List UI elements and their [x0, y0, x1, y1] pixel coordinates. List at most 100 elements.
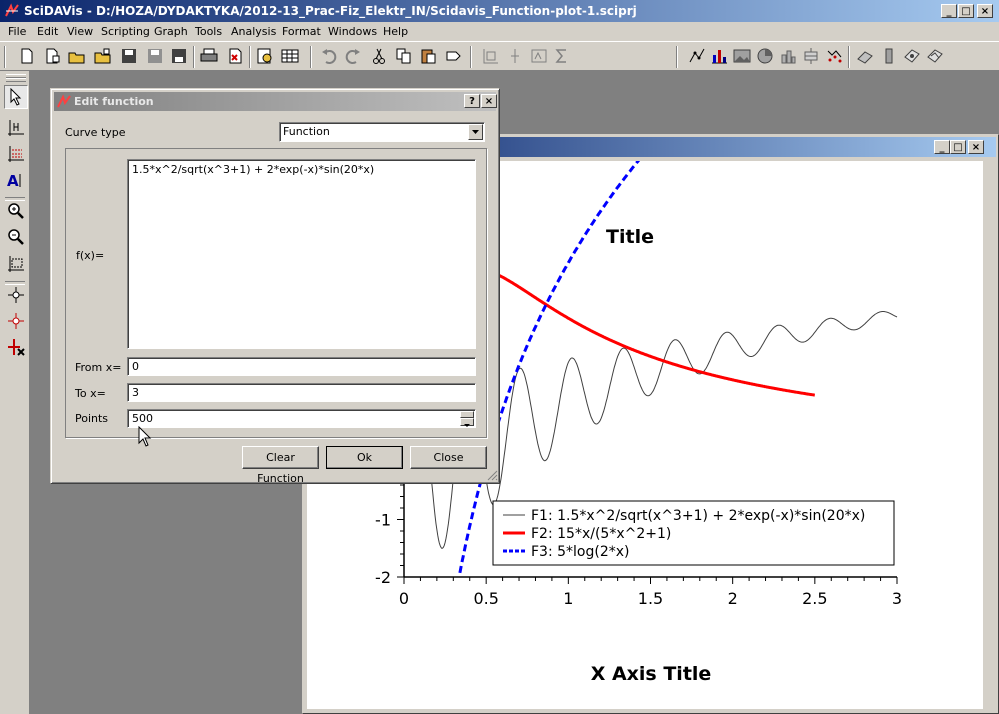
undo-icon[interactable]	[320, 47, 338, 65]
dialog-close-button[interactable]: ×	[481, 94, 497, 108]
menu-tools[interactable]: Tools	[195, 25, 222, 38]
redo-icon[interactable]	[344, 47, 362, 65]
clear-icon[interactable]	[444, 47, 462, 65]
save-project-icon[interactable]	[170, 47, 188, 65]
x-axis-title[interactable]: X Axis Title	[591, 663, 712, 685]
save-icon[interactable]	[120, 47, 138, 65]
scidavis-logo-icon	[57, 94, 71, 108]
clear-function-button[interactable]: Clear Function	[242, 446, 319, 485]
menu-format[interactable]: Format	[282, 25, 321, 38]
save-as-icon[interactable]	[146, 47, 164, 65]
x-tick-label: 0	[399, 589, 409, 608]
spin-up-button[interactable]	[460, 411, 474, 421]
new-folder-icon[interactable]	[44, 47, 62, 65]
legend-entry-2: F2: 15*x/(5*x^2+1)	[531, 526, 671, 542]
x-tick-label: 2	[728, 589, 738, 608]
legend[interactable]: F1: 1.5*x^2/sqrt(x^3+1) + 2*exp(-x)*sin(…	[492, 500, 895, 566]
new-project-icon[interactable]	[18, 47, 36, 65]
function-icon[interactable]	[530, 47, 548, 65]
edit-function-dialog: Edit function ? × Curve type Function f(…	[50, 88, 500, 485]
to-x-input[interactable]: 3	[127, 383, 476, 402]
sum-icon[interactable]	[553, 47, 571, 65]
pie-plot-icon[interactable]	[756, 47, 774, 65]
resize-grip-icon[interactable]	[486, 469, 498, 481]
3d-ribbon-icon[interactable]	[880, 47, 898, 65]
bar-plot-icon[interactable]	[710, 47, 728, 65]
open-icon[interactable]	[68, 47, 86, 65]
plot-tools-toolbar: A	[0, 71, 30, 714]
function-text-area[interactable]: 1.5*x^2/sqrt(x^3+1) + 2*exp(-x)*sin(20*x…	[127, 159, 476, 349]
menu-graph[interactable]: Graph	[154, 25, 188, 38]
x-tick-label: 1	[563, 589, 573, 608]
data-reader-icon[interactable]	[7, 119, 25, 137]
print-icon[interactable]	[200, 47, 218, 65]
close-button[interactable]: Close	[410, 446, 487, 469]
ok-button[interactable]: Ok	[326, 446, 403, 469]
spin-down-button[interactable]	[460, 418, 474, 427]
delete-points-icon[interactable]	[7, 312, 25, 330]
dialog-help-button[interactable]: ?	[464, 94, 480, 108]
table-icon[interactable]	[281, 47, 299, 65]
chart-title[interactable]: Title	[606, 226, 654, 248]
zoom-in-icon[interactable]	[7, 202, 25, 220]
rescale-icon[interactable]	[7, 255, 25, 273]
cut-icon[interactable]	[370, 47, 388, 65]
box-plot-icon[interactable]	[802, 47, 820, 65]
menu-view[interactable]: View	[67, 25, 93, 38]
mouse-cursor-icon	[138, 426, 152, 447]
graph-maximize-button[interactable]: □	[950, 140, 966, 154]
pointer-icon[interactable]	[7, 88, 25, 106]
to-x-label: To x=	[75, 387, 106, 400]
main-toolbar	[0, 41, 999, 71]
from-x-value: 0	[132, 360, 139, 373]
graph-close-button[interactable]: ×	[968, 140, 984, 154]
3d-scatter-icon[interactable]	[903, 47, 921, 65]
from-x-input[interactable]: 0	[127, 357, 476, 376]
add-layer-icon[interactable]	[506, 47, 524, 65]
paste-icon[interactable]	[419, 47, 437, 65]
3d-trajectory-icon[interactable]	[926, 47, 944, 65]
chevron-down-icon	[472, 130, 479, 134]
fx-label: f(x)=	[76, 249, 105, 262]
dialog-caption[interactable]: Edit function ? ×	[54, 92, 497, 111]
remove-bad-points-icon[interactable]	[7, 338, 25, 356]
x-tick-label: 3	[892, 589, 902, 608]
3d-bar-icon[interactable]	[779, 47, 797, 65]
minimize-button[interactable]: _	[941, 4, 957, 18]
preview-icon[interactable]	[256, 47, 274, 65]
scatter-icon[interactable]	[826, 47, 844, 65]
export-pdf-icon[interactable]	[226, 47, 244, 65]
menu-edit[interactable]: Edit	[37, 25, 58, 38]
line-plot-icon[interactable]	[688, 47, 706, 65]
image-plot-icon[interactable]	[733, 47, 751, 65]
dropdown-button[interactable]	[468, 124, 483, 140]
dialog-title: Edit function	[74, 95, 154, 108]
zoom-out-icon[interactable]	[7, 228, 25, 246]
x-tick-label: 1.5	[638, 589, 663, 608]
menu-analysis[interactable]: Analysis	[231, 25, 276, 38]
legend-entry-3: F3: 5*log(2*x)	[531, 544, 630, 560]
menu-file[interactable]: File	[8, 25, 26, 38]
3d-wireframe-icon[interactable]	[856, 47, 874, 65]
move-points-icon[interactable]	[7, 286, 25, 304]
curve-type-value: Function	[283, 125, 330, 138]
menu-scripting[interactable]: Scripting	[101, 25, 150, 38]
maximize-button[interactable]: □	[958, 4, 974, 18]
open-template-icon[interactable]	[94, 47, 112, 65]
menu-windows[interactable]: Windows	[328, 25, 377, 38]
curve-type-select[interactable]: Function	[279, 122, 485, 142]
copy-icon[interactable]	[395, 47, 413, 65]
chevron-down-icon	[464, 424, 470, 427]
points-spinbox[interactable]: 500	[127, 409, 476, 428]
add-text-icon[interactable]: A	[7, 171, 25, 189]
x-tick-label: 0.5	[473, 589, 498, 608]
legend-entry-1: F1: 1.5*x^2/sqrt(x^3+1) + 2*exp(-x)*sin(…	[531, 508, 865, 524]
select-range-icon[interactable]	[7, 145, 25, 163]
graph-minimize-button[interactable]: _	[934, 140, 950, 154]
menu-help[interactable]: Help	[383, 25, 408, 38]
window-title-bar[interactable]: SciDAVis - D:/HOZA/DYDAKTYKA/2012-13_Pra…	[0, 0, 999, 22]
scidavis-logo-icon	[5, 3, 19, 17]
menubar: File Edit View Scripting Graph Tools Ana…	[0, 22, 999, 41]
close-window-button[interactable]: ×	[977, 4, 993, 18]
add-column-icon[interactable]	[482, 47, 500, 65]
